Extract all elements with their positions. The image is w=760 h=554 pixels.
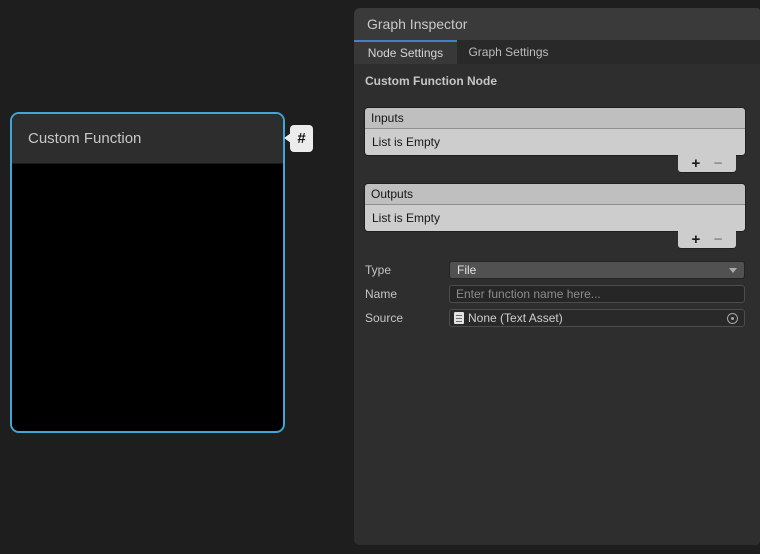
name-field-row: Name	[365, 285, 745, 303]
hash-icon: #	[297, 130, 305, 147]
source-object-field[interactable]: None (Text Asset)	[449, 309, 745, 327]
outputs-add-button[interactable]: +	[691, 232, 700, 247]
custom-function-node[interactable]: Custom Function	[10, 112, 285, 433]
type-label: Type	[365, 263, 449, 277]
tab-graph-settings-label: Graph Settings	[468, 45, 548, 59]
object-picker-icon[interactable]	[727, 313, 738, 324]
source-label: Source	[365, 311, 449, 325]
outputs-empty-row: List is Empty	[365, 205, 745, 231]
tab-node-settings-label: Node Settings	[368, 46, 443, 60]
node-settings-heading: Custom Function Node	[365, 74, 745, 88]
inputs-empty-row: List is Empty	[365, 129, 745, 155]
chevron-down-icon	[729, 268, 737, 273]
type-field-row: Type File	[365, 261, 745, 279]
inputs-add-button[interactable]: +	[691, 156, 700, 171]
outputs-list: Outputs List is Empty + −	[365, 184, 745, 248]
inputs-list-header: Inputs	[365, 108, 745, 129]
inputs-list: Inputs List is Empty + −	[365, 108, 745, 172]
text-asset-icon	[454, 312, 464, 324]
inputs-remove-button[interactable]: −	[714, 156, 723, 171]
tab-node-settings[interactable]: Node Settings	[354, 40, 457, 64]
source-object-value: None (Text Asset)	[468, 311, 727, 325]
node-title: Custom Function	[28, 130, 141, 147]
badge-tail	[284, 133, 291, 143]
tab-graph-settings[interactable]: Graph Settings	[457, 40, 560, 64]
panel-header[interactable]: Graph Inspector	[354, 8, 760, 40]
name-label: Name	[365, 287, 449, 301]
node-preview-body	[12, 164, 283, 433]
outputs-list-toolbar: + −	[678, 231, 736, 248]
outputs-remove-button[interactable]: −	[714, 232, 723, 247]
outputs-list-header: Outputs	[365, 184, 745, 205]
node-title-bar[interactable]: Custom Function	[12, 114, 283, 164]
type-dropdown-value: File	[457, 263, 476, 277]
node-hash-badge-button[interactable]: #	[290, 125, 313, 152]
function-name-input[interactable]	[449, 285, 745, 303]
tab-row: Node Settings Graph Settings	[354, 40, 760, 64]
source-field-row: Source None (Text Asset)	[365, 309, 745, 327]
graph-inspector-panel: Graph Inspector Node Settings Graph Sett…	[354, 8, 760, 545]
panel-title: Graph Inspector	[367, 16, 467, 32]
inputs-list-toolbar: + −	[678, 155, 736, 172]
type-dropdown[interactable]: File	[449, 261, 745, 279]
